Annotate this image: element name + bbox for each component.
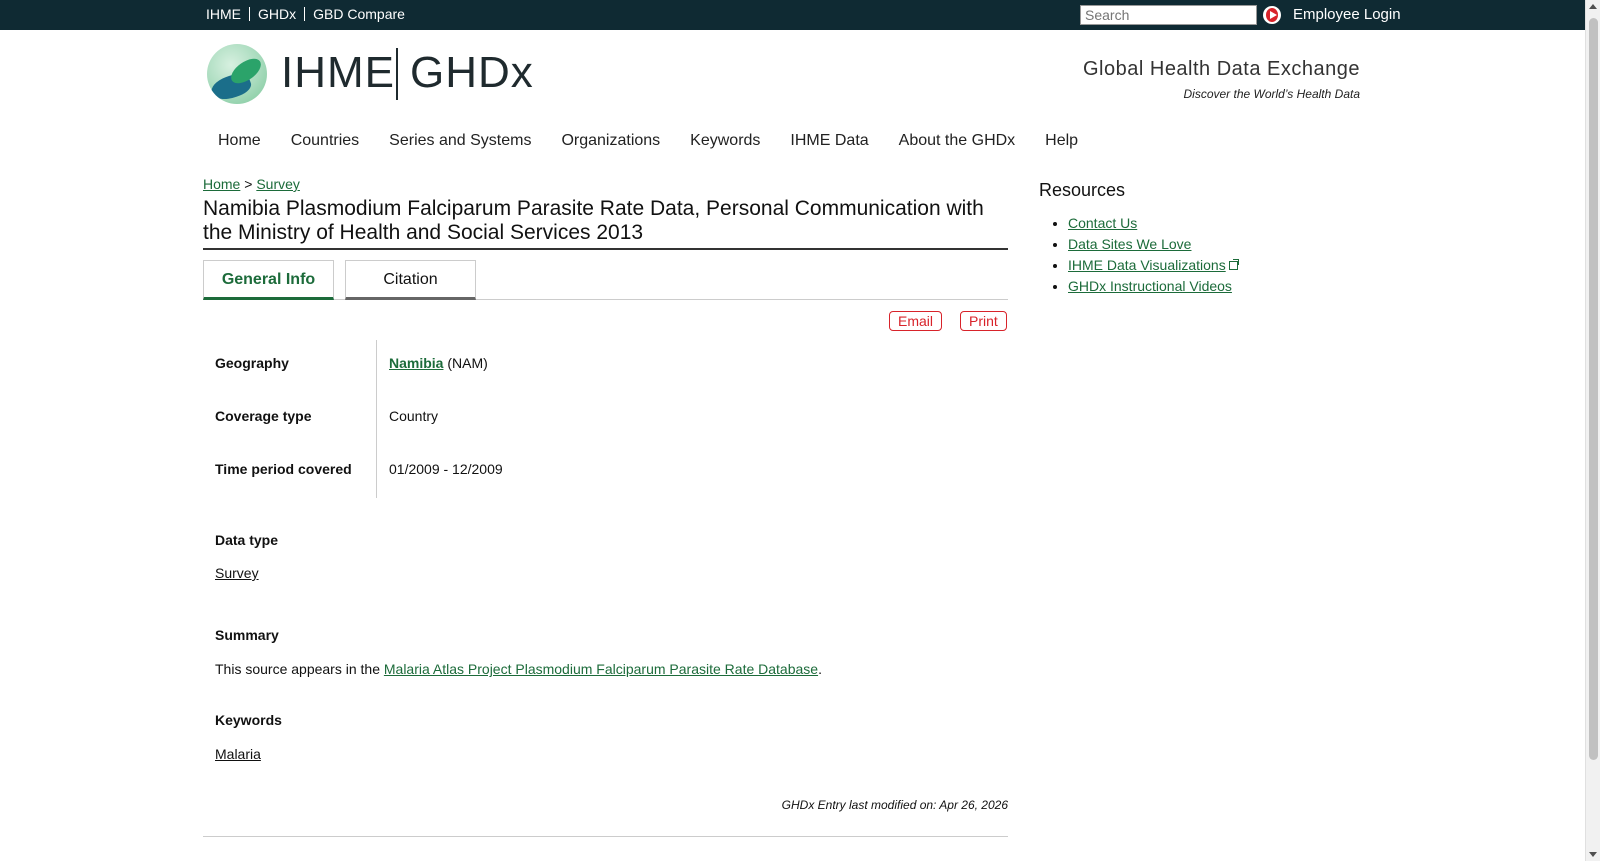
geography-code: (NAM) [447, 355, 488, 371]
last-modified-text: GHDx Entry last modified on: Apr 26, 202… [781, 798, 1008, 812]
ihme-logo-icon[interactable] [207, 44, 267, 104]
tab-general-info[interactable]: General Info [203, 260, 334, 300]
search-go-icon[interactable] [1263, 6, 1281, 24]
time-period-value: 01/2009 - 12/2009 [389, 461, 503, 477]
summary-database-link[interactable]: Malaria Atlas Project Plasmodium Falcipa… [384, 661, 818, 677]
nav-item-series-and-systems[interactable]: Series and Systems [389, 132, 531, 150]
keyword-malaria-link[interactable]: Malaria [215, 746, 261, 762]
nav-item-home[interactable]: Home [218, 132, 261, 150]
tab-bar: General Info Citation [203, 260, 1008, 300]
data-type-survey-link[interactable]: Survey [215, 565, 259, 581]
geography-value: Namibia (NAM) [389, 355, 488, 371]
scroll-down-arrow-icon[interactable] [1589, 852, 1597, 857]
resource-link-ihme-visualizations[interactable]: IHME Data Visualizations [1068, 257, 1226, 273]
tagline-subtitle: Discover the World’s Health Data [1183, 87, 1360, 101]
metadata-table: Geography Namibia (NAM) Coverage type Co… [203, 340, 1008, 499]
resource-link-contact-us[interactable]: Contact Us [1068, 215, 1137, 231]
data-type-label: Data type [215, 532, 279, 548]
resources-list: Contact Us Data Sites We Love IHME Data … [1068, 214, 1239, 298]
tagline-title: Global Health Data Exchange [1083, 58, 1360, 80]
coverage-type-value: Country [389, 408, 439, 424]
top-links: IHME GHDx GBD Compare [206, 7, 413, 21]
scroll-up-arrow-icon[interactable] [1589, 4, 1597, 9]
top-link-ihme[interactable]: IHME [206, 7, 249, 21]
tab-citation[interactable]: Citation [345, 260, 476, 300]
scroll-thumb[interactable] [1589, 18, 1598, 760]
list-item: IHME Data Visualizations [1068, 256, 1239, 277]
resource-link-instructional-videos[interactable]: GHDx Instructional Videos [1068, 278, 1232, 294]
list-item: Contact Us [1068, 214, 1238, 235]
time-period-label: Time period covered [215, 461, 352, 477]
site-tagline: Global Health Data Exchange Discover the… [1070, 58, 1360, 101]
nav-item-help[interactable]: Help [1045, 132, 1078, 150]
logo-text-ghdx[interactable]: GHDx [410, 48, 534, 98]
coverage-type-label: Coverage type [215, 408, 312, 424]
content-bottom-divider [203, 836, 1008, 837]
logo-divider [396, 48, 398, 100]
breadcrumb-survey-link[interactable]: Survey [256, 176, 300, 192]
nav-item-countries[interactable]: Countries [291, 132, 359, 150]
nav-item-organizations[interactable]: Organizations [561, 132, 660, 150]
table-row-coverage-type: Coverage type Country [203, 393, 1008, 446]
summary-text: This source appears in the Malaria Atlas… [215, 661, 822, 677]
list-item: GHDx Instructional Videos [1068, 277, 1238, 298]
employee-login-link[interactable]: Employee Login [1293, 6, 1401, 23]
logo-text-ihme[interactable]: IHME [281, 48, 395, 98]
page-scrollbar[interactable] [1585, 0, 1600, 861]
print-button[interactable]: Print [960, 311, 1007, 331]
breadcrumb: Home > Survey [203, 176, 300, 192]
nav-item-about-the-ghdx[interactable]: About the GHDx [899, 132, 1016, 150]
resource-link-data-sites[interactable]: Data Sites We Love [1068, 236, 1191, 252]
table-row-time-period: Time period covered 01/2009 - 12/2009 [203, 446, 1008, 499]
nav-item-keywords[interactable]: Keywords [690, 132, 760, 150]
summary-suffix: . [818, 661, 822, 677]
top-link-ghdx[interactable]: GHDx [249, 7, 304, 21]
keywords-label: Keywords [215, 712, 282, 728]
resources-heading: Resources [1039, 180, 1126, 200]
email-button[interactable]: Email [889, 311, 943, 331]
top-link-gbd-compare[interactable]: GBD Compare [304, 7, 413, 21]
nav-item-ihme-data[interactable]: IHME Data [790, 132, 868, 150]
main-nav: Home Countries Series and Systems Organi… [218, 132, 1108, 150]
top-bar: IHME GHDx GBD Compare Employee Login [0, 0, 1585, 30]
search-input[interactable] [1080, 5, 1257, 25]
table-row-geography: Geography Namibia (NAM) [203, 340, 1008, 393]
geography-link-namibia[interactable]: Namibia [389, 355, 443, 371]
summary-label: Summary [215, 627, 279, 643]
breadcrumb-separator: > [244, 176, 253, 192]
geography-label: Geography [215, 355, 289, 371]
breadcrumb-home-link[interactable]: Home [203, 176, 240, 192]
summary-prefix: This source appears in the [215, 661, 384, 677]
list-item: Data Sites We Love [1068, 235, 1238, 256]
external-link-icon [1228, 259, 1239, 270]
page-title: Namibia Plasmodium Falciparum Parasite R… [203, 197, 1008, 250]
